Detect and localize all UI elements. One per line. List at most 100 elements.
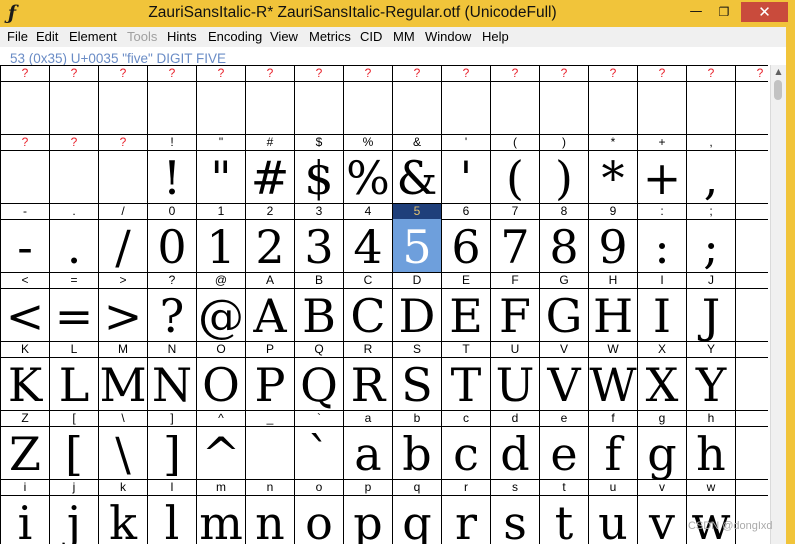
glyph-cell[interactable]: rr [441,479,490,544]
glyph-cell[interactable]: 00 [147,203,196,273]
glyph-cell[interactable]: = = [49,272,98,342]
glyph-cell[interactable]: bb [392,410,441,480]
glyph-cell[interactable]: ;; [686,203,735,273]
glyph-cell[interactable]: 11 [196,203,245,273]
glyph-cell[interactable]: ]] [147,410,196,480]
glyph-cell[interactable]: cc [441,410,490,480]
glyph-cell[interactable]: ? [0,134,49,203]
glyph-cell[interactable]: ,, [686,134,735,204]
glyph-cell[interactable] [735,479,768,544]
glyph-cell[interactable]: GG [539,272,588,342]
glyph-cell[interactable] [735,341,768,410]
glyph-cell[interactable]: !! [147,134,196,204]
glyph-cell[interactable]: AA [245,272,294,342]
glyph-cell[interactable]: 77 [490,203,539,273]
glyph-cell[interactable]: 66 [441,203,490,273]
glyph-cell[interactable]: qq [392,479,441,544]
vertical-scrollbar[interactable]: ▲ [770,65,786,544]
glyph-cell[interactable]: SS [392,341,441,411]
glyph-cell[interactable] [735,134,768,203]
glyph-cell[interactable]: CC [343,272,392,342]
maximize-button[interactable]: ❐ [710,2,738,22]
glyph-cell[interactable]: TT [441,341,490,411]
glyph-cell[interactable]: ` ` [294,410,343,480]
glyph-cell[interactable]: ? [49,134,98,203]
close-button[interactable]: ✕ [741,2,788,22]
glyph-cell[interactable]: ww [686,479,735,544]
glyph-cell[interactable]: KK [0,341,49,411]
glyph-cell[interactable]: %% [343,134,392,204]
glyph-cell[interactable]: ii [0,479,49,544]
glyph-cell[interactable]: 22 [245,203,294,273]
glyph-cell[interactable]: FF [490,272,539,342]
glyph-cell[interactable]: ? [49,65,98,134]
glyph-cell[interactable]: " " [196,134,245,204]
glyph-cell[interactable]: tt [539,479,588,544]
glyph-cell[interactable]: vv [637,479,686,544]
glyph-cell[interactable]: ? [98,65,147,134]
glyph-cell[interactable]: WW [588,341,637,411]
glyph-cell[interactable]: ^ ^ [196,410,245,480]
menu-window[interactable]: Window [425,29,471,44]
minimize-button[interactable]: — [682,2,710,22]
glyph-cell[interactable]: .. [49,203,98,273]
glyph-cell[interactable]: ss [490,479,539,544]
glyph-cell[interactable]: QQ [294,341,343,411]
glyph-cell[interactable]: ? [0,65,49,134]
menu-element[interactable]: Element [69,29,117,44]
glyph-cell[interactable]: II [637,272,686,342]
glyph-cell[interactable]: XX [637,341,686,411]
glyph-cell[interactable]: aa [343,410,392,480]
glyph-cell[interactable]: LL [49,341,98,411]
glyph-cell[interactable]: @ @ [196,272,245,342]
glyph-cell[interactable]: 99 [588,203,637,273]
glyph-cell[interactable]: ? [441,65,490,134]
glyph-cell[interactable]: ZZ [0,410,49,480]
glyph-cell[interactable]: [[ [49,410,98,480]
glyph-cell[interactable]: ? [539,65,588,134]
glyph-cell[interactable]: + + [637,134,686,204]
menu-encoding[interactable]: Encoding [208,29,262,44]
glyph-cell[interactable]: kk [98,479,147,544]
menu-tools[interactable]: Tools [127,29,157,44]
menu-mm[interactable]: MM [393,29,415,44]
glyph-cell[interactable]: UU [490,341,539,411]
glyph-cell[interactable]: ? [637,65,686,134]
glyph-cell[interactable] [735,410,768,479]
glyph-cell[interactable]: ' ' [441,134,490,204]
glyph-cell[interactable]: nn [245,479,294,544]
glyph-cell[interactable]: OO [196,341,245,411]
menu-file[interactable]: File [7,29,28,44]
menu-metrics[interactable]: Metrics [309,29,351,44]
glyph-cell[interactable]: 88 [539,203,588,273]
glyph-cell[interactable]: )) [539,134,588,204]
menu-edit[interactable]: Edit [36,29,58,44]
glyph-cell[interactable]: PP [245,341,294,411]
glyph-cell[interactable]: HH [588,272,637,342]
glyph-cell[interactable]: :: [637,203,686,273]
glyph-cell[interactable]: ? [294,65,343,134]
glyph-cell[interactable]: EE [441,272,490,342]
glyph-grid[interactable]: ???????????????????!! " " # # $ $%% & & ' '(()) * * +… [0,65,768,544]
glyph-cell[interactable]: ? [196,65,245,134]
glyph-cell[interactable]: / / [98,203,147,273]
glyph-cell[interactable]: ll [147,479,196,544]
glyph-cell[interactable]: ? [392,65,441,134]
glyph-cell[interactable]: -- [0,203,49,273]
glyph-cell[interactable]: < < [0,272,49,342]
menu-view[interactable]: View [270,29,298,44]
scrollbar-thumb[interactable] [774,80,782,100]
glyph-cell[interactable]: uu [588,479,637,544]
glyph-cell[interactable]: * * [588,134,637,204]
glyph-cell[interactable] [735,272,768,341]
glyph-cell[interactable]: ? [490,65,539,134]
glyph-cell[interactable]: ? [735,65,768,134]
glyph-cell[interactable]: mm [196,479,245,544]
glyph-cell[interactable]: ? [245,65,294,134]
menu-help[interactable]: Help [482,29,509,44]
glyph-cell[interactable]: pp [343,479,392,544]
glyph-cell[interactable]: dd [490,410,539,480]
glyph-cell[interactable]: $ $ [294,134,343,204]
glyph-cell[interactable]: ff [588,410,637,480]
glyph-cell[interactable]: ee [539,410,588,480]
